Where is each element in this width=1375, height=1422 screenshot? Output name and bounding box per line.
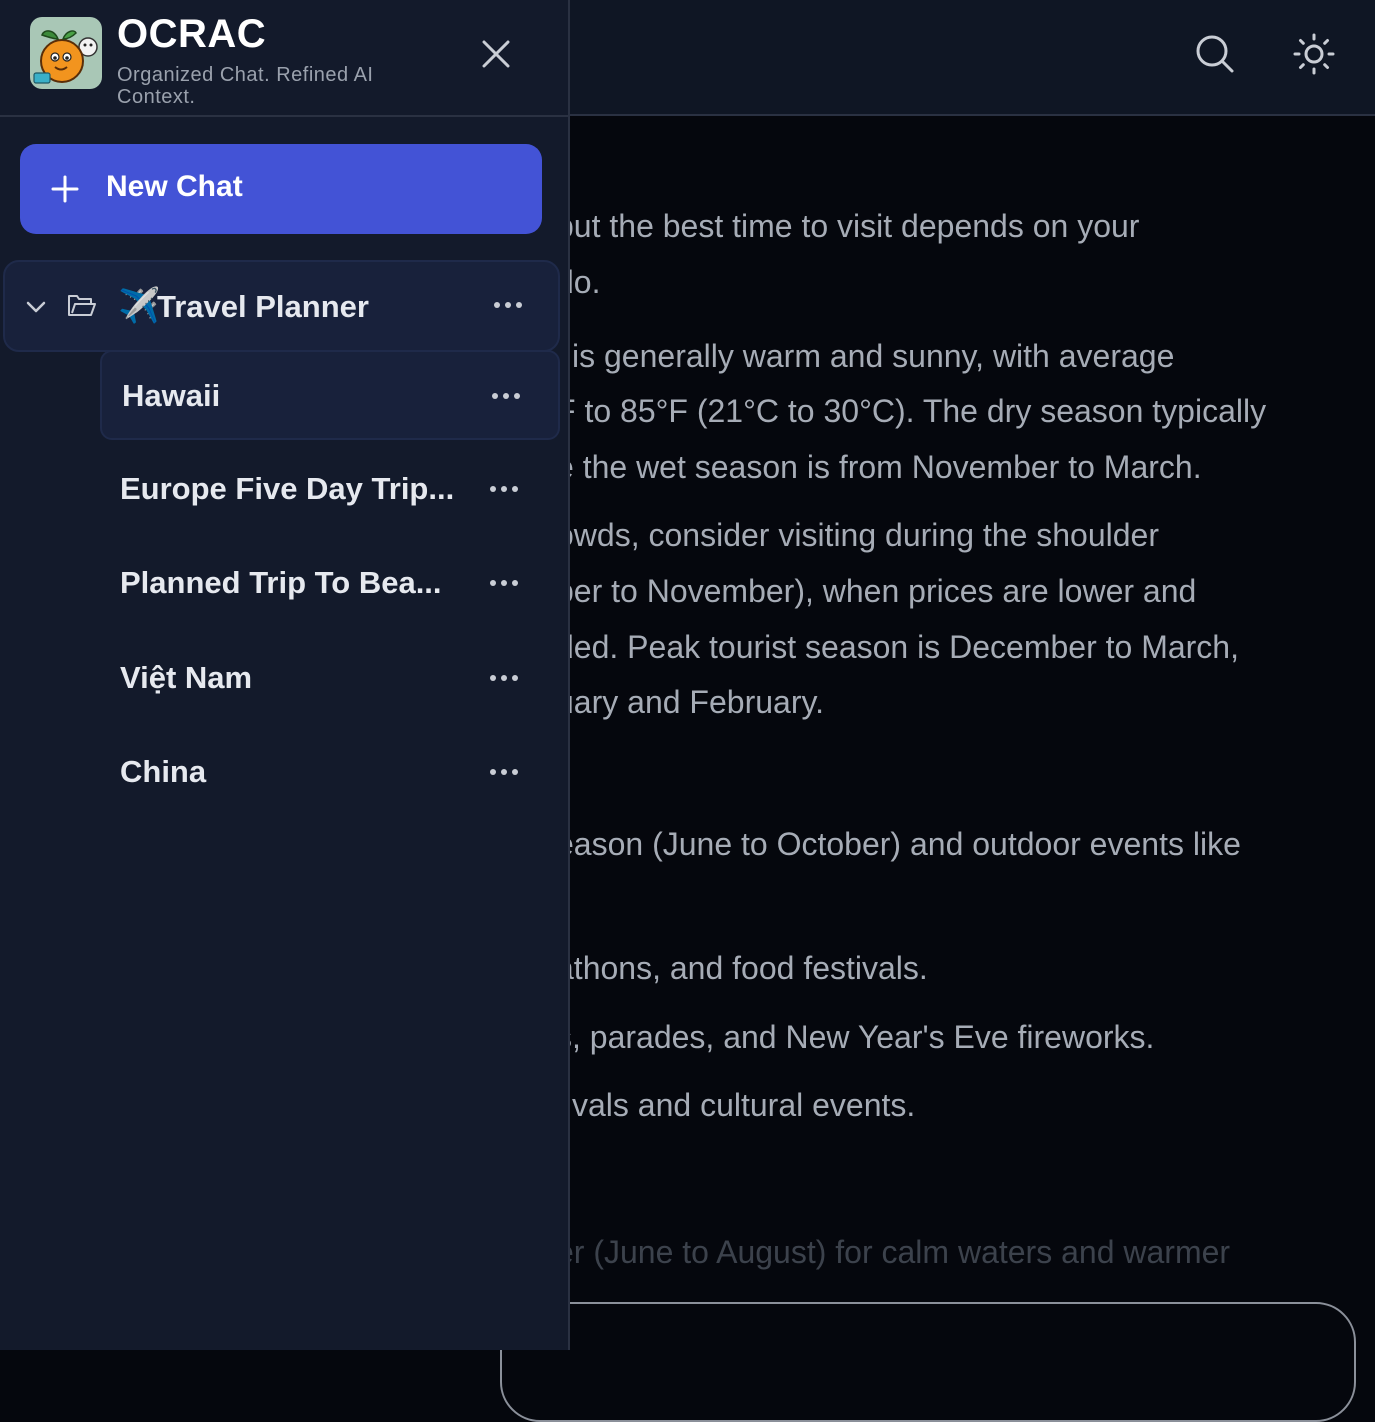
- folder-travel-planner[interactable]: ✈️ Travel Planner: [3, 260, 560, 352]
- chat-more-options-button[interactable]: [482, 563, 526, 603]
- theme-toggle-button[interactable]: [1286, 26, 1342, 82]
- dot: [501, 675, 507, 681]
- sidebar: OCRAC Organized Chat. Refined AI Context…: [0, 0, 570, 1350]
- dot: [490, 769, 496, 775]
- message-line: owds, consider visiting during the shoul…: [556, 517, 1159, 553]
- search-icon: [1196, 35, 1234, 73]
- message-line: i is generally warm and sunny, with aver…: [556, 338, 1175, 374]
- dot: [501, 486, 507, 492]
- chevron-down-icon[interactable]: [25, 296, 47, 318]
- chat-more-options-button[interactable]: [482, 658, 526, 698]
- chat-item-hawaii[interactable]: Hawaii: [100, 350, 560, 440]
- close-sidebar-button[interactable]: [470, 28, 522, 80]
- chat-item-label: Việt Nam: [120, 660, 253, 695]
- chat-more-options-button[interactable]: [482, 469, 526, 509]
- message-line: e the wet season is from November to Mar…: [556, 449, 1202, 485]
- chat-more-options-button[interactable]: [484, 376, 528, 416]
- chat-item-china[interactable]: China: [100, 728, 560, 818]
- folder-open-icon: [68, 295, 96, 316]
- plus-icon: [51, 175, 79, 203]
- dot: [516, 302, 522, 308]
- chat-item-planned-trip[interactable]: Planned Trip To Bea...: [100, 539, 560, 629]
- app-logo: [30, 17, 102, 89]
- dot: [494, 302, 500, 308]
- message-line: uary and February.: [556, 684, 824, 720]
- chat-item-label: Hawaii: [122, 378, 221, 413]
- message-line: ber to November), when prices are lower …: [556, 573, 1197, 609]
- dot: [490, 580, 496, 586]
- message-line: er (June to August) for calm waters and …: [556, 1234, 1231, 1270]
- dot: [501, 580, 507, 586]
- folder-emoji: ✈️: [118, 287, 161, 325]
- new-chat-button[interactable]: New Chat: [20, 144, 542, 234]
- message-line: ded. Peak tourist season is December to …: [556, 629, 1239, 665]
- message-line: tivals and cultural events.: [556, 1087, 916, 1123]
- new-chat-label: New Chat: [106, 170, 243, 203]
- message-line: eason (June to October) and outdoor even…: [556, 826, 1241, 862]
- search-button[interactable]: [1187, 26, 1243, 82]
- dot: [512, 769, 518, 775]
- dot: [490, 675, 496, 681]
- message-line: do.: [556, 264, 601, 300]
- dot: [512, 675, 518, 681]
- dot: [512, 486, 518, 492]
- close-icon: [482, 40, 510, 68]
- dot: [501, 769, 507, 775]
- app-title: OCRAC: [117, 12, 267, 56]
- sun-icon: [1293, 33, 1335, 75]
- chat-item-label: Planned Trip To Bea...: [120, 565, 442, 600]
- message-line: F to 85°F (21°C to 30°C). The dry season…: [556, 393, 1267, 429]
- folder-name: Travel Planner: [157, 289, 369, 324]
- dot: [503, 393, 509, 399]
- dot: [490, 486, 496, 492]
- message-line: s, parades, and New Year's Eve fireworks…: [556, 1019, 1155, 1055]
- dot: [492, 393, 498, 399]
- chat-item-viet-nam[interactable]: Việt Nam: [100, 634, 560, 724]
- message-input-box[interactable]: [500, 1302, 1356, 1422]
- chat-more-options-button[interactable]: [482, 752, 526, 792]
- app-subtitle: Organized Chat. Refined AI Context.: [117, 64, 374, 108]
- chat-item-label: China: [120, 754, 207, 789]
- folder-more-options-button[interactable]: [486, 285, 530, 325]
- chat-item-europe[interactable]: Europe Five Day Trip...: [100, 445, 560, 535]
- dot: [505, 302, 511, 308]
- message-line: athons, and food festivals.: [556, 950, 928, 986]
- chat-item-label: Europe Five Day Trip...: [120, 471, 455, 506]
- sidebar-header: OCRAC Organized Chat. Refined AI Context…: [0, 0, 568, 117]
- dot: [512, 580, 518, 586]
- message-line: but the best time to visit depends on yo…: [556, 208, 1140, 244]
- dot: [514, 393, 520, 399]
